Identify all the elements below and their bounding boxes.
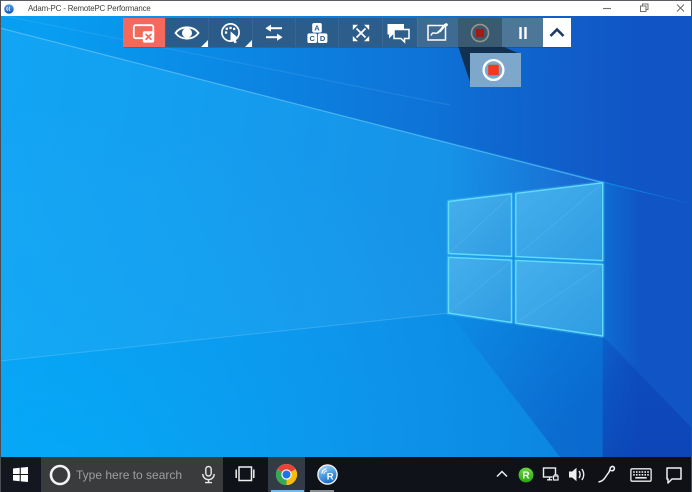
svg-text:R: R xyxy=(327,471,334,482)
svg-text:R: R xyxy=(522,471,530,482)
svg-text:D: D xyxy=(320,33,326,42)
svg-text:C: C xyxy=(309,33,315,42)
svg-text:A: A xyxy=(314,23,320,32)
